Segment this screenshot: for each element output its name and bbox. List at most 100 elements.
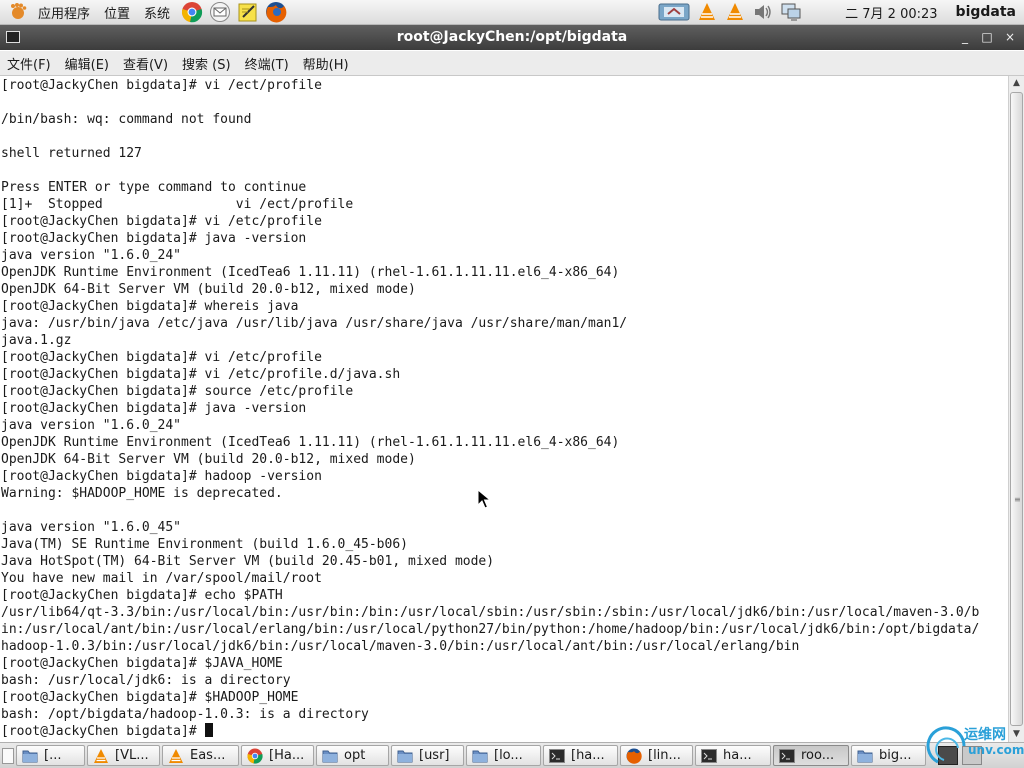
window-titlebar[interactable]: root@JackyChen:/opt/bigdata _ □ ×: [0, 25, 1024, 50]
taskbar-button-label: Eas...: [190, 748, 226, 763]
taskbar-button[interactable]: big...: [851, 745, 926, 766]
taskbar-button-label: [ha...: [571, 748, 605, 763]
applications-menu[interactable]: 应用程序: [38, 3, 90, 22]
top-panel: 应用程序 位置 系统 二 7月 2 00:23 bigdata: [0, 0, 1024, 25]
terminal-line: [root@JackyChen bigdata]# java -version: [1, 401, 307, 416]
scroll-down-arrow-icon[interactable]: ▼: [1009, 727, 1024, 742]
terminal-area[interactable]: [root@JackyChen bigdata]# vi /ect/profil…: [0, 76, 1008, 742]
terminal-line: [root@JackyChen bigdata]# source /etc/pr…: [1, 384, 354, 399]
terminal-cursor: [204, 723, 213, 737]
minimize-button[interactable]: _: [956, 28, 974, 46]
taskbar-button-label: roo...: [801, 748, 835, 763]
menu-help[interactable]: 帮助(H): [296, 54, 356, 73]
taskbar-button[interactable]: roo...: [773, 745, 849, 766]
terminal-line: [root@JackyChen bigdata]# echo $PATH: [1, 588, 283, 603]
terminal-line: [root@JackyChen bigdata]# vi /etc/profil…: [1, 367, 401, 382]
mail-icon[interactable]: [208, 1, 232, 23]
terminal-line: /usr/lib64/qt-3.3/bin:/usr/local/bin:/us…: [1, 605, 980, 620]
firefox-icon[interactable]: [264, 1, 288, 23]
network-icon[interactable]: [657, 1, 691, 23]
taskbar-button[interactable]: [lo...: [466, 745, 541, 766]
taskbar-button-label: opt: [344, 748, 366, 763]
chrome-icon: [246, 748, 264, 764]
terminal-line: java version "1.6.0_24": [1, 418, 182, 433]
terminal-output[interactable]: [root@JackyChen bigdata]# vi /ect/profil…: [0, 76, 1008, 740]
terminal-line: OpenJDK Runtime Environment (IcedTea6 1.…: [1, 435, 620, 450]
terminal-line: You have new mail in /var/spool/mail/roo…: [1, 571, 322, 586]
folder-icon: [856, 748, 874, 764]
panel-clock[interactable]: 二 7月 2 00:23: [845, 3, 937, 22]
chrome-icon[interactable]: [180, 1, 204, 23]
terminal-line: [root@JackyChen bigdata]# vi /ect/profil…: [1, 78, 322, 93]
terminal-line: OpenJDK 64-Bit Server VM (build 20.0-b12…: [1, 452, 416, 467]
terminal-line: [root@JackyChen bigdata]# vi /etc/profil…: [1, 350, 322, 365]
terminal-icon: [700, 748, 718, 764]
taskbar-button-label: [usr]: [419, 748, 450, 763]
volume-icon[interactable]: [751, 1, 775, 23]
scrollbar-thumb[interactable]: ≡: [1010, 92, 1023, 726]
firefox-icon: [625, 748, 643, 764]
taskbar-button[interactable]: [...: [16, 745, 85, 766]
terminal-line: [root@JackyChen bigdata]# vi /etc/profil…: [1, 214, 322, 229]
vlc-icon: [92, 748, 110, 764]
taskbar-button[interactable]: opt: [316, 745, 389, 766]
show-desktop-button[interactable]: [2, 748, 14, 764]
grip-icon: ≡: [1014, 495, 1021, 504]
taskbar-button[interactable]: [VL...: [87, 745, 160, 766]
terminal-line: [root@JackyChen bigdata]# java -version: [1, 231, 307, 246]
mouse-pointer-icon: [477, 489, 491, 509]
panel-user-name[interactable]: bigdata: [956, 4, 1016, 20]
folder-icon: [471, 748, 489, 764]
taskbar-button[interactable]: Eas...: [162, 745, 239, 766]
taskbar-button[interactable]: [lin...: [620, 745, 693, 766]
taskbar-button[interactable]: [usr]: [391, 745, 464, 766]
terminal-line: in:/usr/local/ant/bin:/usr/local/erlang/…: [1, 622, 980, 637]
taskbar-button[interactable]: [Ha...: [241, 745, 314, 766]
gnome-foot-icon[interactable]: [6, 1, 30, 23]
terminal-line: Press ENTER or type command to continue: [1, 180, 307, 195]
system-menu[interactable]: 系统: [144, 3, 170, 22]
terminal-line: java version "1.6.0_45": [1, 520, 182, 535]
menu-terminal[interactable]: 终端(T): [238, 54, 296, 73]
workspace-1[interactable]: [938, 746, 958, 765]
terminal-line: Java(TM) SE Runtime Environment (build 1…: [1, 537, 408, 552]
places-menu[interactable]: 位置: [104, 3, 130, 22]
menu-view[interactable]: 查看(V): [116, 54, 175, 73]
terminal-line: /bin/bash: wq: command not found: [1, 112, 252, 127]
menu-search[interactable]: 搜索 (S): [175, 54, 238, 73]
workspace-2[interactable]: [962, 746, 982, 765]
window-title: root@JackyChen:/opt/bigdata: [396, 29, 628, 45]
taskbar-button-label: big...: [879, 748, 912, 763]
folder-icon: [396, 748, 414, 764]
display-icon[interactable]: [779, 1, 803, 23]
terminal-prompt: [root@JackyChen bigdata]#: [1, 724, 205, 739]
terminal-menubar: 文件(F) 编辑(E) 查看(V) 搜索 (S) 终端(T) 帮助(H): [0, 51, 1024, 76]
taskbar-button-label: [VL...: [115, 748, 149, 763]
vlc-icon[interactable]: [723, 1, 747, 23]
taskbar-button-label: [Ha...: [269, 748, 305, 763]
maximize-button[interactable]: □: [978, 28, 996, 46]
folder-icon: [21, 748, 39, 764]
terminal-line: OpenJDK Runtime Environment (IcedTea6 1.…: [1, 265, 620, 280]
terminal-line: [root@JackyChen bigdata]# $JAVA_HOME: [1, 656, 283, 671]
terminal-line: bash: /opt/bigdata/hadoop-1.0.3: is a di…: [1, 707, 369, 722]
scroll-up-arrow-icon[interactable]: ▲: [1009, 76, 1024, 91]
terminal-icon: [548, 748, 566, 764]
terminal-line: java.1.gz: [1, 333, 72, 348]
vlc-icon[interactable]: [695, 1, 719, 23]
close-button[interactable]: ×: [1001, 28, 1019, 46]
bottom-panel: [... [VL... Eas... [Ha... opt [usr] [lo... [ha.…: [0, 742, 1024, 768]
vertical-scrollbar[interactable]: ▲ ≡ ▼: [1008, 76, 1024, 742]
terminal-line: OpenJDK 64-Bit Server VM (build 20.0-b12…: [1, 282, 416, 297]
terminal-line: java: /usr/bin/java /etc/java /usr/lib/j…: [1, 316, 628, 331]
taskbar-button[interactable]: ha...: [695, 745, 771, 766]
terminal-line: Warning: $HADOOP_HOME is deprecated.: [1, 486, 283, 501]
notes-icon[interactable]: [236, 1, 260, 23]
taskbar-button-label: [...: [44, 748, 62, 763]
taskbar-button[interactable]: [ha...: [543, 745, 618, 766]
terminal-line: [root@JackyChen bigdata]# $HADOOP_HOME: [1, 690, 299, 705]
menu-edit[interactable]: 编辑(E): [58, 54, 116, 73]
terminal-line: [1]+ Stopped vi /ect/profile: [1, 197, 354, 212]
menu-file[interactable]: 文件(F): [0, 54, 58, 73]
terminal-line: hadoop-1.0.3/bin:/usr/local/jdk6/bin:/us…: [1, 639, 800, 654]
